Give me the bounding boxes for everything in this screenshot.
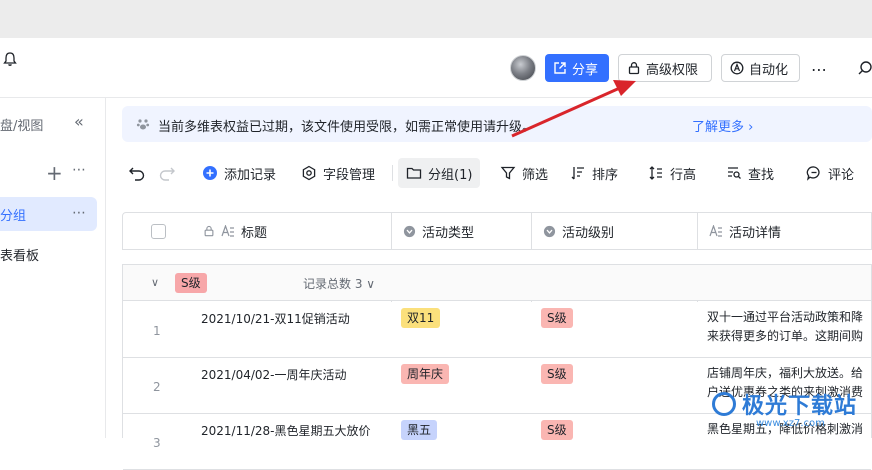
row-number: 1 [153,324,161,338]
sidebar-item-group[interactable]: 分组 ⋯ [0,197,97,231]
share-icon [554,62,566,74]
column-divider [697,213,698,249]
column-detail-label: 活动详情 [729,225,782,241]
advanced-permission-button[interactable]: 高级权限 [618,54,712,82]
gear-icon [302,165,316,181]
redo-button[interactable] [154,158,180,188]
toolbar: 添加记录 字段管理 分组(1) 筛选 排序 行高 查找 评论 [106,150,872,194]
activity-type-tag: 双11 [401,308,441,328]
group-label: 分组(1) [428,167,473,183]
select-all-checkbox[interactable] [151,224,166,239]
activity-level-tag: S级 [541,420,573,440]
row-title[interactable]: 2021/04/02-一周年庆活动 [201,366,347,383]
sort-button[interactable]: 排序 [566,158,622,188]
sidebar-item-more-icon[interactable]: ⋯ [72,205,87,221]
row-height-icon [649,166,662,180]
row-title[interactable]: 2021/10/21-双11促销活动 [201,310,350,327]
single-select-icon [403,225,416,237]
search-icon[interactable] [858,60,872,76]
text-field-icon [709,225,722,237]
sidebar-more-icon[interactable]: ⋯ [72,162,87,178]
share-label: 分享 [572,62,599,78]
column-divider [391,213,392,249]
avatar[interactable] [510,55,536,81]
watermark-text: 极光下载站 [742,393,858,419]
comment-button[interactable]: 评论 [802,158,858,188]
watermark-url: www.xz7.com [756,418,825,429]
learn-more-link[interactable]: 了解更多 › [692,116,753,135]
more-dots-icon[interactable]: ⋯ [811,60,828,79]
toolbar-divider [392,165,393,181]
chevron-down-icon[interactable]: ∨ [151,276,159,289]
group-button[interactable]: 分组(1) [398,158,481,188]
column-header-title[interactable]: 标题 [203,213,267,249]
row-number: 3 [153,436,161,450]
sidebar-item-kanban[interactable]: 表看板 [0,245,39,264]
undo-button[interactable] [124,158,150,188]
sidebar-item-label: 分组 [0,209,27,224]
permission-label: 高级权限 [646,62,699,78]
add-record-label: 添加记录 [224,167,277,183]
lock-icon [204,225,214,237]
automation-button[interactable]: 自动化 [721,54,800,82]
column-header-activity-level[interactable]: 活动级别 [543,213,614,249]
row-number: 2 [153,380,161,394]
row-height-label: 行高 [670,167,697,183]
comment-icon [806,166,820,181]
field-manage-button[interactable]: 字段管理 [297,158,379,188]
sidebar-title: 盘/视图 [0,119,44,134]
activity-detail[interactable]: 双十一通过平台活动政策和降 来获得更多的订单。这期间购 [707,308,871,348]
folder-icon [406,167,422,179]
column-level-label: 活动级别 [562,225,615,241]
column-divider [531,213,532,249]
row-height-button[interactable]: 行高 [644,158,700,188]
column-type-label: 活动类型 [422,225,475,241]
comment-label: 评论 [828,167,855,183]
collapse-sidebar-icon[interactable]: « [74,112,84,131]
single-select-icon [543,225,556,237]
lock-icon [628,62,640,75]
sort-label: 排序 [592,167,619,183]
find-button[interactable]: 查找 [722,158,778,188]
record-count: 记录总数 3 ∨ [303,277,376,291]
column-title-label: 标题 [241,225,268,241]
add-circle-icon [203,166,217,180]
activity-type-tag: 周年庆 [401,364,450,384]
sort-icon [571,167,584,180]
automation-icon [730,61,744,75]
window-top-strip [0,0,872,38]
add-record-button[interactable]: 添加记录 [198,158,280,188]
group-tag: S级 [175,273,207,293]
text-field-icon [221,225,234,237]
filter-label: 筛选 [522,167,549,183]
add-view-icon[interactable]: + [46,161,63,185]
automation-label: 自动化 [749,62,789,78]
column-header-activity-type[interactable]: 活动类型 [403,213,474,249]
table-header: 标题 活动类型 活动级别 活动详情 [122,212,872,250]
find-icon [728,167,741,179]
watermark: 极光下载站 www.xz7.com [712,384,872,438]
undo-icon [129,167,145,181]
column-header-activity-detail[interactable]: 活动详情 [709,213,781,249]
activity-type-tag: 黑五 [401,420,438,440]
expiry-notice-banner: 当前多维表权益已过期，该文件使用受限，如需正常使用请升级。 了解更多 › [122,106,872,142]
activity-level-tag: S级 [541,308,573,328]
filter-icon [500,166,516,180]
group-header-row[interactable]: ∨ S级 记录总数 3 ∨ [123,265,871,301]
table-row[interactable]: 1 2021/10/21-双11促销活动 双11 S级 双十一通过平台活动政策和… [123,302,871,358]
sidebar: 盘/视图 « + ⋯ 分组 ⋯ 表看板 [0,98,106,438]
paw-icon [136,119,150,130]
notice-text: 当前多维表权益已过期，该文件使用受限，如需正常使用请升级。 [158,120,536,135]
watermark-logo-icon [712,392,736,416]
redo-icon [159,167,175,181]
header-bar: 分享 高级权限 自动化 ⋯ [0,38,872,98]
activity-level-tag: S级 [541,364,573,384]
bell-icon[interactable] [2,51,18,67]
field-manage-label: 字段管理 [323,167,376,183]
row-title[interactable]: 2021/11/28-黑色星期五大放价 [201,422,371,439]
share-button[interactable]: 分享 [545,54,609,82]
find-label: 查找 [748,167,775,183]
filter-button[interactable]: 筛选 [496,158,552,188]
